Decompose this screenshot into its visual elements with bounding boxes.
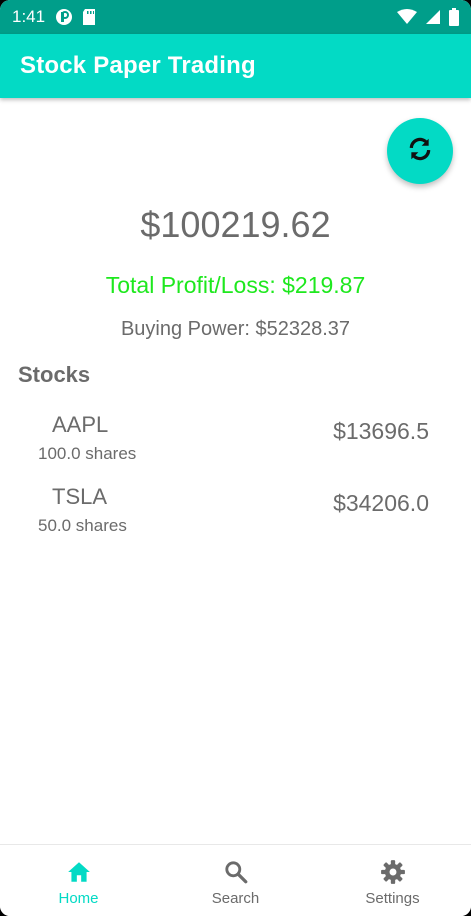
gear-icon (380, 859, 406, 885)
signal-icon (425, 9, 441, 25)
nav-search-label: Search (211, 890, 260, 907)
stock-item-tsla[interactable]: TSLA 50.0 shares $34206.0 (0, 482, 471, 554)
wifi-icon (397, 9, 417, 25)
nav-settings[interactable]: Settings (314, 845, 471, 916)
stock-value: $13696.5 (333, 418, 429, 444)
battery-icon (449, 8, 459, 26)
stock-symbol: AAPL (52, 412, 109, 437)
bottom-navigation: Home Search Settings (0, 844, 471, 916)
nav-home-label: Home (58, 890, 99, 907)
status-right-icons (397, 8, 459, 26)
home-icon (66, 859, 92, 885)
stock-list: AAPL 100.0 shares $13696.5 TSLA 50.0 sha… (0, 410, 471, 554)
stock-shares: 100.0 shares (38, 444, 137, 463)
nav-settings-label: Settings (365, 890, 420, 907)
stock-shares: 50.0 shares (38, 516, 127, 535)
search-icon (223, 859, 249, 885)
portfolio-value: $100219.62 (140, 204, 331, 245)
stock-symbol: TSLA (52, 484, 108, 509)
status-time: 1:41 (12, 7, 46, 26)
nav-search[interactable]: Search (157, 845, 314, 916)
stock-value: $34206.0 (333, 490, 429, 516)
home-content: $100219.62 Total Profit/Loss: $219.87 Bu… (0, 98, 471, 844)
sd-card-icon (81, 8, 99, 26)
total-profit-loss: Total Profit/Loss: $219.87 (105, 272, 366, 298)
buying-power: Buying Power: $52328.37 (120, 318, 351, 340)
notification-app-icon (55, 8, 73, 26)
stocks-heading: Stocks (18, 362, 91, 387)
status-bar: 1:41 (0, 0, 471, 34)
app-title: Stock Paper Trading (20, 52, 256, 79)
refresh-button[interactable] (387, 118, 453, 184)
phone-screen: 1:41 Stock Paper Trading $100219.62 Tota… (0, 0, 471, 916)
stock-item-aapl[interactable]: AAPL 100.0 shares $13696.5 (0, 410, 471, 482)
app-bar: Stock Paper Trading (0, 34, 471, 98)
nav-home[interactable]: Home (0, 845, 157, 916)
refresh-icon (407, 136, 433, 167)
